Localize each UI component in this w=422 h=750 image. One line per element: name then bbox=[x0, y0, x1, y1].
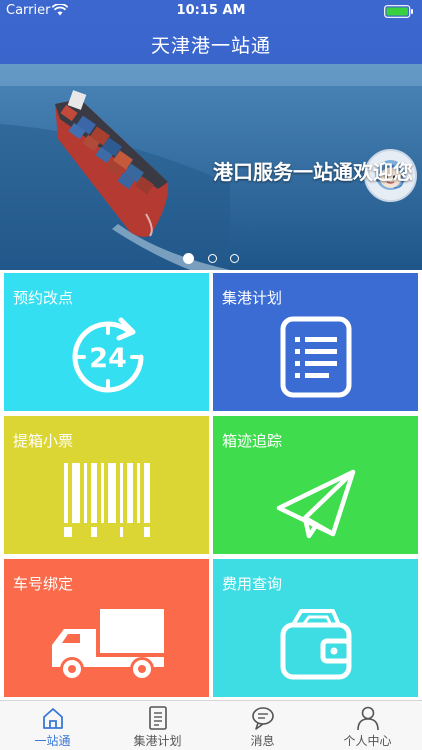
truck-icon bbox=[52, 609, 164, 681]
list-document-icon bbox=[280, 316, 352, 398]
tile-label: 预约改点 bbox=[13, 289, 74, 307]
status-bar: Carrier 10:15 AM bbox=[0, 0, 422, 22]
app-screen: Carrier 10:15 AM 天津港一站通 港口服务一站通欢迎您 预约改点 … bbox=[0, 0, 422, 750]
tile-label: 车号绑定 bbox=[13, 575, 74, 593]
tile-fee-inquiry[interactable]: 费用查询 bbox=[213, 559, 418, 697]
tab-messages[interactable]: 消息 bbox=[210, 701, 315, 750]
tile-port-entry-plan[interactable]: 集港计划 bbox=[213, 273, 418, 411]
tab-home[interactable]: 一站通 bbox=[0, 701, 105, 750]
clock-24-icon: 24 bbox=[72, 317, 144, 393]
banner-carousel[interactable]: 港口服务一站通欢迎您 bbox=[0, 64, 422, 270]
tile-label: 箱迹追踪 bbox=[222, 432, 283, 450]
service-grid: 预约改点 24 集港计划 提箱小票 箱迹追踪 车号绑定 费用查询 bbox=[0, 270, 422, 700]
chat-bubble-icon bbox=[252, 707, 274, 730]
tab-label: 集港计划 bbox=[133, 734, 182, 748]
tab-label: 消息 bbox=[250, 734, 275, 748]
svg-text:24: 24 bbox=[89, 343, 127, 374]
person-icon bbox=[357, 706, 379, 731]
tile-appointment-change[interactable]: 预约改点 24 bbox=[4, 273, 209, 411]
clock-time: 10:15 AM bbox=[176, 3, 246, 18]
paper-plane-icon bbox=[276, 469, 356, 539]
tile-container-tracking[interactable]: 箱迹追踪 bbox=[213, 416, 418, 554]
carousel-dot-1[interactable] bbox=[183, 253, 195, 264]
carousel-dot-3[interactable] bbox=[229, 254, 239, 263]
page-title: 天津港一站通 bbox=[150, 35, 271, 57]
tile-label: 提箱小票 bbox=[13, 432, 74, 450]
wallet-icon bbox=[280, 609, 352, 680]
tab-profile[interactable]: 个人中心 bbox=[315, 701, 420, 750]
tab-label: 一站通 bbox=[34, 734, 71, 748]
tab-label: 个人中心 bbox=[343, 734, 392, 748]
battery-icon bbox=[384, 5, 413, 18]
home-icon bbox=[43, 708, 63, 729]
tab-bar: 一站通 集港计划 消息 个人中心 bbox=[0, 700, 422, 750]
tile-label: 集港计划 bbox=[222, 289, 283, 307]
welcome-message: 港口服务一站通欢迎您 bbox=[213, 160, 413, 184]
tab-port-entry-plan[interactable]: 集港计划 bbox=[105, 701, 210, 750]
tile-vehicle-binding[interactable]: 车号绑定 bbox=[4, 559, 209, 697]
tile-label: 费用查询 bbox=[222, 575, 283, 593]
carousel-indicator[interactable] bbox=[0, 248, 422, 267]
carousel-dot-2[interactable] bbox=[207, 254, 217, 263]
top-bar: Carrier 10:15 AM 天津港一站通 bbox=[0, 0, 422, 64]
barcode-icon bbox=[64, 463, 150, 537]
document-icon bbox=[149, 706, 167, 730]
tile-pickup-ticket[interactable]: 提箱小票 bbox=[4, 416, 209, 554]
